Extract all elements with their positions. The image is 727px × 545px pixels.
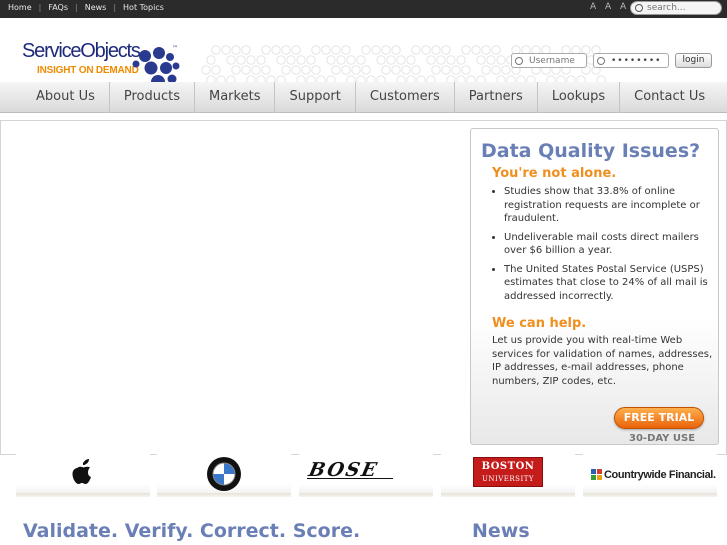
logo-wordmark[interactable]: ServiceObjects (22, 40, 141, 63)
top-link-faqs[interactable]: FAQs (48, 3, 68, 12)
boston-line1: BOSTON (481, 461, 535, 472)
login-button[interactable]: login (675, 53, 712, 68)
promo-bullet-list: Studies show that 33.8% of online regist… (504, 185, 709, 308)
search-icon (635, 4, 643, 12)
client-logo-apple[interactable] (16, 453, 150, 497)
svg-text:™: ™ (172, 45, 178, 52)
apple-icon (72, 459, 91, 484)
client-logo-bose[interactable]: BOSE (299, 453, 433, 497)
section-heading-news[interactable]: News (472, 520, 530, 542)
boston-line2: UNIVERSITY (481, 475, 535, 483)
nav-item-partners[interactable]: Partners (455, 82, 538, 113)
client-logo-bmw[interactable] (157, 453, 291, 497)
promo-subtitle: You're not alone. (492, 166, 617, 181)
search-input[interactable] (630, 1, 722, 15)
user-icon (515, 57, 523, 65)
client-logo-boston-university[interactable]: BOSTON UNIVERSITY (441, 453, 575, 497)
top-link-hot-topics[interactable]: Hot Topics (123, 3, 164, 12)
list-item: Undeliverable mail costs direct mailers … (504, 231, 709, 258)
top-bar: Home | FAQs | News | Hot Topics A A A (0, 0, 727, 18)
nav-item-contact-us[interactable]: Contact Us (620, 82, 719, 113)
countrywide-wordmark: Countrywide Financial. (604, 469, 716, 481)
trial-note: 30-DAY USE (629, 433, 696, 444)
top-links: Home | FAQs | News | Hot Topics (8, 3, 164, 12)
nav-item-support[interactable]: Support (275, 82, 356, 113)
promo-help-text: Let us provide you with real-time Web se… (492, 335, 713, 387)
list-item: Studies show that 33.8% of online regist… (504, 185, 709, 226)
nav-item-customers[interactable]: Customers (356, 82, 455, 113)
data-quality-promo: Data Quality Issues? You're not alone. S… (470, 128, 719, 445)
main-nav: About Us Products Markets Support Custom… (0, 82, 727, 113)
client-logo-countrywide[interactable]: Countrywide Financial. (583, 453, 717, 497)
header: ServiceObjects INSIGHT ON DEMAND ™ login (0, 18, 727, 95)
nav-item-products[interactable]: Products (110, 82, 195, 113)
promo-help-heading: We can help. (492, 316, 587, 331)
key-icon (597, 57, 605, 65)
font-size-controls[interactable]: A A A (590, 2, 629, 12)
list-item: The United States Postal Service (USPS) … (504, 263, 709, 304)
nav-item-about-us[interactable]: About Us (22, 82, 110, 113)
top-link-news[interactable]: News (85, 3, 107, 12)
section-heading-validate: Validate. Verify. Correct. Score. (23, 520, 361, 542)
promo-title: Data Quality Issues? (481, 140, 701, 162)
nav-item-markets[interactable]: Markets (195, 82, 276, 113)
top-link-home[interactable]: Home (8, 3, 32, 12)
nav-item-lookups[interactable]: Lookups (538, 82, 621, 113)
bmw-roundel-icon (207, 457, 241, 491)
free-trial-button[interactable]: FREE TRIAL (614, 407, 704, 429)
logo-tagline: INSIGHT ON DEMAND (37, 65, 139, 76)
countrywide-icon (591, 469, 602, 480)
